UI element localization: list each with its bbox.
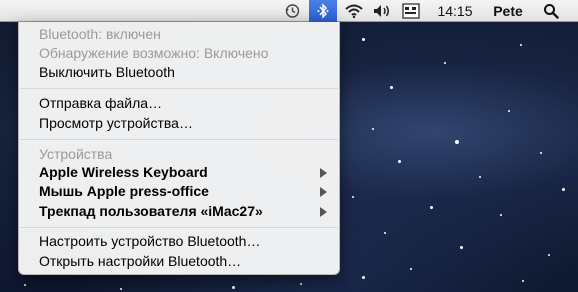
bluetooth-status: Bluetooth: включен <box>39 26 161 42</box>
device-item-trackpad[interactable]: Трекпад пользователя «iMac27» <box>19 202 339 221</box>
devices-header: Устройства <box>39 146 113 162</box>
browse-device-item[interactable]: Просмотр устройства… <box>19 114 339 133</box>
clock[interactable]: 14:15 <box>432 0 478 22</box>
device-item-keyboard[interactable]: Apple Wireless Keyboard <box>19 163 339 182</box>
menu-bar: 14:15 Pete <box>0 0 578 22</box>
send-file-item[interactable]: Отправка файла… <box>19 94 339 113</box>
volume-icon[interactable] <box>370 0 394 22</box>
time-machine-icon[interactable] <box>280 0 304 22</box>
keyboard-layout-icon[interactable] <box>399 0 423 22</box>
submenu-arrow-icon <box>320 168 327 178</box>
user-name: Pete <box>493 3 523 19</box>
device-label: Apple Wireless Keyboard <box>39 164 208 180</box>
menu-separator <box>20 139 338 140</box>
menu-separator <box>20 88 338 89</box>
submenu-arrow-icon <box>320 187 327 197</box>
menu-separator <box>20 227 338 228</box>
setup-device-item[interactable]: Настроить устройство Bluetooth… <box>19 232 339 251</box>
open-preferences-item[interactable]: Открыть настройки Bluetooth… <box>19 252 339 271</box>
wifi-icon[interactable] <box>341 0 367 22</box>
spotlight-search-icon[interactable] <box>538 0 564 22</box>
device-item-mouse[interactable]: Мышь Apple press-office <box>19 182 339 201</box>
bluetooth-menu: Bluetooth: включен Обнаружение возможно:… <box>18 22 340 275</box>
clock-time: 14:15 <box>437 3 473 19</box>
discoverable-status: Обнаружение возможно: Включено <box>39 45 269 61</box>
user-menu[interactable]: Pete <box>487 0 529 22</box>
turn-off-bluetooth-item[interactable]: Выключить Bluetooth <box>19 63 339 82</box>
submenu-arrow-icon <box>320 207 327 217</box>
device-label: Трекпад пользователя «iMac27» <box>39 203 263 219</box>
bluetooth-icon[interactable] <box>309 0 337 22</box>
device-label: Мышь Apple press-office <box>39 183 209 199</box>
